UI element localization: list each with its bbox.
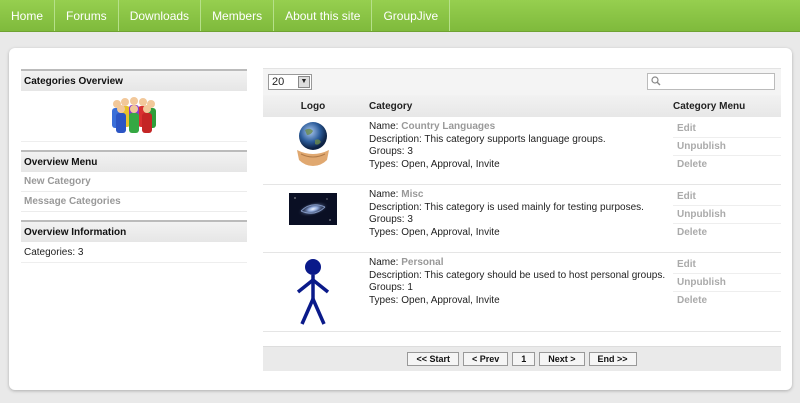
- category-menu: Edit Unpublish Delete: [673, 253, 781, 331]
- category-description: Description: This category is used mainl…: [369, 201, 644, 213]
- delete-button[interactable]: Delete: [673, 224, 781, 241]
- categories-overview-title: Categories Overview: [21, 69, 247, 91]
- category-groups: Groups: 3: [369, 214, 413, 225]
- category-groups: Groups: 3: [369, 146, 413, 157]
- delete-button[interactable]: Delete: [673, 292, 781, 309]
- name-label: Name:: [369, 257, 399, 268]
- table-row: Name: Personal Description: This categor…: [263, 253, 781, 332]
- nav-forums[interactable]: Forums: [55, 0, 119, 31]
- globe-in-hands-icon: [263, 117, 363, 184]
- message-categories-link[interactable]: Message Categories: [21, 192, 247, 212]
- galaxy-image: [263, 185, 363, 252]
- pagination: << Start < Prev 1 Next > End >>: [263, 346, 781, 371]
- name-label: Name:: [369, 189, 399, 200]
- category-list: 20 ▼ Logo Category Category Menu Name: C…: [263, 68, 781, 371]
- unpublish-button[interactable]: Unpublish: [673, 274, 781, 292]
- chevron-down-icon[interactable]: ▼: [298, 76, 310, 88]
- category-info: Name: Personal Description: This categor…: [363, 253, 673, 331]
- limit-value: 20: [272, 76, 285, 88]
- overview-information-box: Overview Information Categories: 3: [21, 220, 247, 263]
- nav-about[interactable]: About this site: [274, 0, 373, 31]
- pager-prev-button[interactable]: < Prev: [462, 352, 509, 366]
- header-logo: Logo: [300, 100, 326, 112]
- pager-start-button[interactable]: << Start: [407, 352, 459, 366]
- edit-button[interactable]: Edit: [673, 120, 781, 138]
- pager-page-1[interactable]: 1: [512, 352, 536, 366]
- edit-button[interactable]: Edit: [673, 188, 781, 206]
- category-info: Name: Country Languages Description: Thi…: [363, 117, 673, 184]
- list-toolbar: 20 ▼: [263, 68, 781, 95]
- new-category-link[interactable]: New Category: [21, 172, 247, 192]
- overview-menu-box: Overview Menu New Category Message Categ…: [21, 150, 247, 212]
- search-icon: [651, 76, 661, 86]
- category-description: Description: This category supports lang…: [369, 133, 606, 145]
- category-menu: Edit Unpublish Delete: [673, 117, 781, 184]
- category-types: Types: Open, Approval, Invite: [369, 294, 500, 306]
- category-info: Name: Misc Description: This category is…: [363, 185, 673, 252]
- category-name-link[interactable]: Personal: [401, 257, 443, 268]
- limit-select[interactable]: 20 ▼: [268, 74, 312, 90]
- pager-end-button[interactable]: End >>: [588, 352, 637, 366]
- category-groups: Groups: 1: [369, 282, 413, 293]
- search-input[interactable]: [664, 75, 770, 88]
- category-types: Types: Open, Approval, Invite: [369, 158, 500, 170]
- search-box[interactable]: [647, 73, 775, 90]
- edit-button[interactable]: Edit: [673, 256, 781, 274]
- stick-figure-icon: [263, 253, 363, 331]
- people-group-icon: [21, 91, 247, 142]
- category-description: Description: This category should be use…: [369, 269, 666, 281]
- category-name-link[interactable]: Misc: [401, 189, 423, 200]
- overview-menu-title: Overview Menu: [21, 150, 247, 172]
- header-category-menu: Category Menu: [673, 100, 746, 112]
- top-navigation: Home Forums Downloads Members About this…: [0, 0, 800, 32]
- category-types: Types: Open, Approval, Invite: [369, 226, 500, 238]
- unpublish-button[interactable]: Unpublish: [673, 138, 781, 156]
- table-row: Name: Country Languages Description: Thi…: [263, 117, 781, 185]
- overview-information-title: Overview Information: [21, 220, 247, 242]
- main-panel: Categories Overview Overview Menu New Ca…: [9, 48, 792, 390]
- categories-count: Categories: 3: [21, 242, 247, 263]
- nav-groupjive[interactable]: GroupJive: [372, 0, 451, 31]
- category-name-link[interactable]: Country Languages: [401, 121, 495, 132]
- nav-home[interactable]: Home: [0, 0, 56, 31]
- unpublish-button[interactable]: Unpublish: [673, 206, 781, 224]
- header-category: Category: [369, 100, 413, 112]
- sidebar: Categories Overview Overview Menu New Ca…: [21, 69, 247, 271]
- table-header: Logo Category Category Menu: [263, 95, 781, 117]
- nav-downloads[interactable]: Downloads: [119, 0, 202, 31]
- table-row: Name: Misc Description: This category is…: [263, 185, 781, 253]
- delete-button[interactable]: Delete: [673, 156, 781, 173]
- category-menu: Edit Unpublish Delete: [673, 185, 781, 252]
- nav-members[interactable]: Members: [201, 0, 275, 31]
- name-label: Name:: [369, 121, 399, 132]
- pager-next-button[interactable]: Next >: [539, 352, 585, 366]
- categories-overview-box: Categories Overview: [21, 69, 247, 142]
